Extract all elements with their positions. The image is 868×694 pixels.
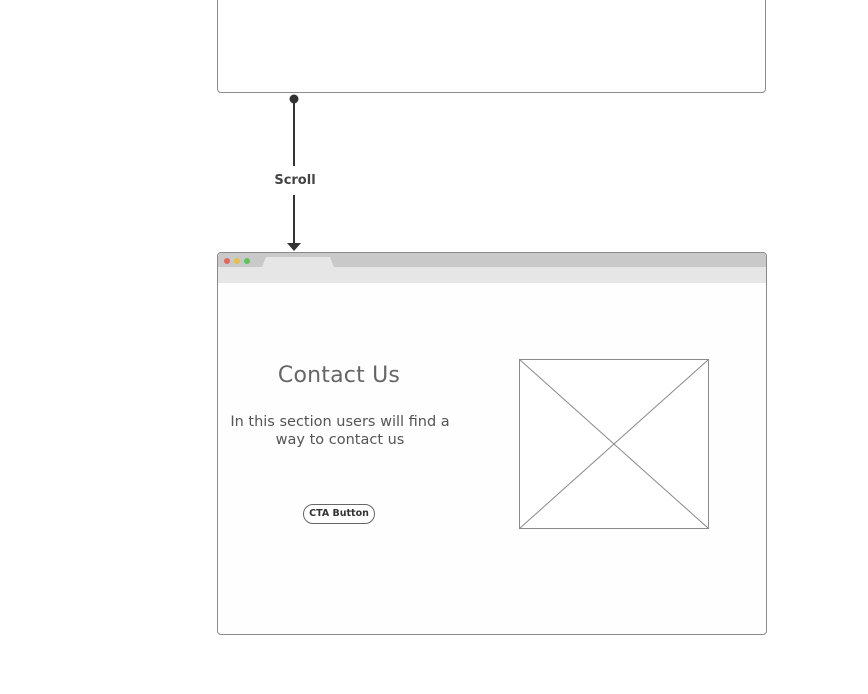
- browser-titlebar: [218, 253, 766, 267]
- close-dot-icon[interactable]: [224, 258, 230, 264]
- cta-button[interactable]: CTA Button: [303, 504, 375, 524]
- section-description: In this section users will find a way to…: [230, 414, 450, 448]
- image-placeholder-icon: [519, 359, 709, 529]
- scroll-label: Scroll: [268, 172, 322, 190]
- minimize-dot-icon[interactable]: [234, 258, 240, 264]
- wireframe-frame-top: [217, 0, 766, 93]
- browser-tab[interactable]: [262, 257, 334, 267]
- section-title: Contact Us: [277, 363, 401, 388]
- maximize-dot-icon[interactable]: [244, 258, 250, 264]
- arrow-down-icon: [287, 243, 301, 251]
- browser-address-bar[interactable]: [218, 267, 766, 283]
- browser-wireframe: Contact Us In this section users will fi…: [217, 252, 767, 635]
